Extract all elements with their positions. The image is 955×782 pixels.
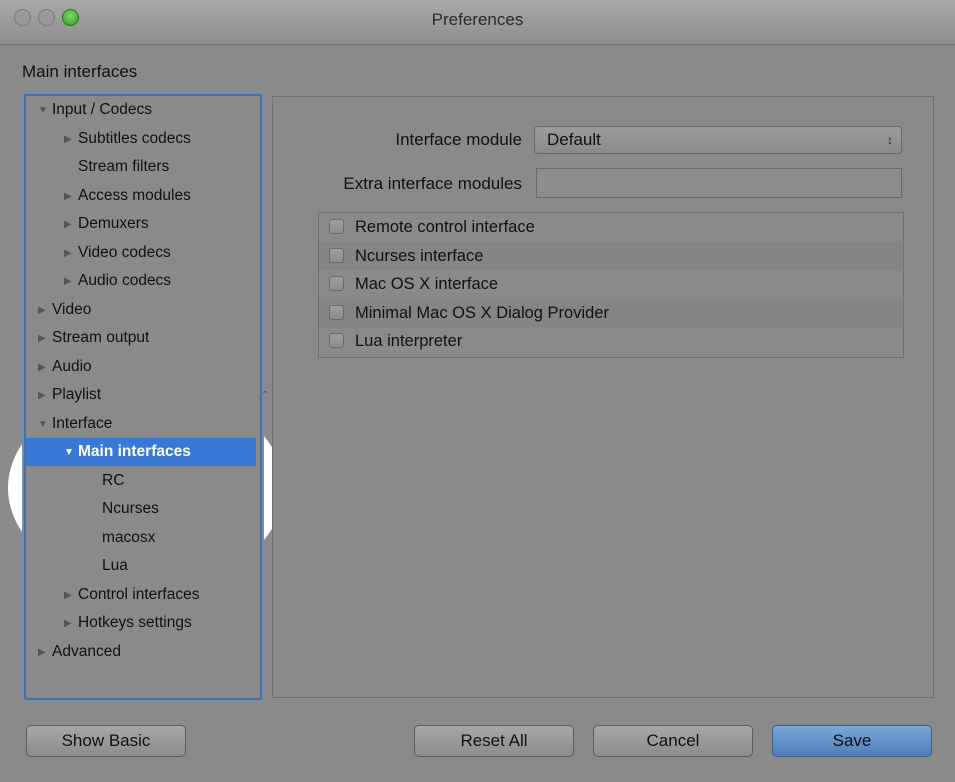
interface-module-select[interactable]: Default ↕	[534, 126, 902, 154]
tree-item[interactable]: ▶ Access modules	[26, 182, 191, 210]
tree-item[interactable]: Ncurses	[26, 495, 159, 523]
tree-item-label: Interface	[52, 414, 113, 432]
tree-item-label: Demuxers	[78, 215, 149, 232]
section-title: Main interfaces	[22, 62, 138, 81]
checkbox-row[interactable]: Remote control interface	[319, 213, 903, 241]
checkbox[interactable]	[329, 276, 344, 291]
disclosure-right-icon[interactable]: ▶	[64, 126, 78, 154]
tree-item[interactable]: ▶ Audio codecs	[26, 267, 171, 295]
disclosure-right-icon[interactable]: ▶	[64, 211, 78, 239]
window-title: Preferences	[431, 10, 524, 29]
disclosure-right-icon[interactable]: ▶	[38, 382, 52, 410]
tree-item-label: RC	[102, 471, 125, 489]
extra-modules-label: Extra interface modules	[343, 174, 522, 193]
tree-item-label: Stream filters	[78, 158, 170, 175]
disclosure-right-icon[interactable]: ▶	[64, 610, 78, 638]
checkbox-label: Mac OS X interface	[355, 275, 499, 293]
tree-item-label: macosx	[102, 528, 156, 546]
tree-item[interactable]: ▼ Input / Codecs	[26, 96, 152, 124]
tree-item[interactable]: ▶ Subtitles codecs	[26, 125, 191, 153]
tree-item[interactable]: ▶ Audio	[26, 353, 92, 381]
disclosure-down-icon[interactable]: ▼	[38, 411, 52, 439]
checkbox[interactable]	[329, 304, 344, 320]
disclosure-down-icon[interactable]: ▼	[38, 97, 52, 125]
tree-item-label: Stream output	[52, 329, 150, 346]
tree-item-label: Subtitles codecs	[78, 129, 191, 147]
tree-item[interactable]: Lua	[26, 552, 128, 580]
tree-item[interactable]: ▶ Stream output	[26, 324, 149, 352]
tree-item[interactable]: ▶ Hotkeys settings	[26, 609, 192, 637]
disclosure-right-icon[interactable]: ▶	[64, 240, 78, 268]
tree-item-label: Main interfaces	[78, 443, 191, 460]
disclosure-right-icon[interactable]: ▶	[38, 354, 52, 382]
tree-item-label: Video codecs	[78, 243, 171, 261]
tree-item-label: Input / Codecs	[52, 101, 152, 118]
tree-item[interactable]: ▶ Video	[26, 296, 91, 324]
disclosure-down-icon[interactable]: ▼	[64, 439, 78, 467]
tree-item[interactable]: RC	[26, 467, 124, 495]
tree-item-label: Audio codecs	[78, 272, 172, 289]
disclosure-right-icon[interactable]: ▶	[38, 325, 52, 353]
tree-item-label: Control interfaces	[78, 585, 200, 603]
tree-item[interactable]: Stream filters	[26, 153, 169, 181]
checkbox-row[interactable]: Lua interpreter	[319, 327, 903, 355]
tree-item-label: Video	[52, 300, 92, 318]
disclosure-right-icon[interactable]: ▶	[38, 639, 52, 667]
tree-item-label: Playlist	[52, 386, 102, 403]
tree-item[interactable]: ▶ Video codecs	[26, 239, 171, 267]
tree-item-label: Lua	[102, 557, 128, 574]
preferences-tree[interactable]: ▼ Input / Codecs ▶ Subtitles codecs Stream f…	[24, 94, 262, 700]
disclosure-right-icon[interactable]: ▶	[38, 297, 52, 325]
tree-item-label: Ncurses	[102, 500, 159, 517]
checkbox-row[interactable]: Mac OS X interface	[319, 270, 903, 298]
checkbox-row[interactable]: Ncurses interface	[319, 241, 903, 270]
checkbox[interactable]	[329, 247, 344, 263]
checkbox-row[interactable]: Minimal Mac OS X Dialog Provider	[319, 298, 903, 327]
cancel-button[interactable]: Cancel	[593, 725, 753, 757]
tree-item[interactable]: ▼ Interface	[26, 410, 112, 438]
disclosure-right-icon[interactable]: ▶	[64, 183, 78, 211]
checkbox-label: Remote control interface	[355, 218, 535, 236]
tree-item[interactable]: ▶ Advanced	[26, 638, 121, 666]
save-button[interactable]: Save	[772, 725, 932, 757]
tree-item-label: Hotkeys settings	[78, 614, 192, 631]
checkbox-label: Lua interpreter	[355, 332, 463, 350]
disclosure-right-icon[interactable]: ▶	[64, 268, 78, 296]
tree-item[interactable]: ▶ Playlist	[26, 381, 101, 409]
title-bar: Preferences	[0, 0, 955, 45]
extra-modules-input[interactable]	[536, 168, 902, 198]
reset-all-button[interactable]: Reset All	[414, 725, 574, 757]
tree-item[interactable]: ▼ Main interfaces	[26, 438, 256, 466]
tree-item[interactable]: macosx	[26, 524, 155, 552]
checkbox-label: Ncurses interface	[355, 246, 484, 265]
tree-item[interactable]: ▶ Demuxers	[26, 210, 149, 238]
tree-item[interactable]: ▶ Control interfaces	[26, 581, 199, 609]
interface-module-value: Default	[547, 130, 601, 149]
split-handle-icon[interactable]: ⌃	[261, 390, 269, 401]
preferences-window: Preferences Main interfaces ▼ Input / Cod…	[0, 0, 955, 782]
select-arrows-icon: ↕	[887, 133, 893, 147]
checkbox[interactable]	[329, 219, 344, 234]
tree-item-label: Advanced	[52, 642, 121, 660]
tree-item-label: Audio	[52, 357, 92, 375]
checkbox-label: Minimal Mac OS X Dialog Provider	[355, 303, 609, 322]
show-basic-button[interactable]: Show Basic	[26, 725, 186, 757]
checkbox[interactable]	[329, 333, 344, 348]
interface-checkbox-list: Remote control interface Ncurses interfac…	[318, 212, 904, 358]
tree-item-label: Access modules	[78, 186, 191, 204]
interface-module-label: Interface module	[395, 130, 522, 149]
disclosure-right-icon[interactable]: ▶	[64, 582, 78, 610]
